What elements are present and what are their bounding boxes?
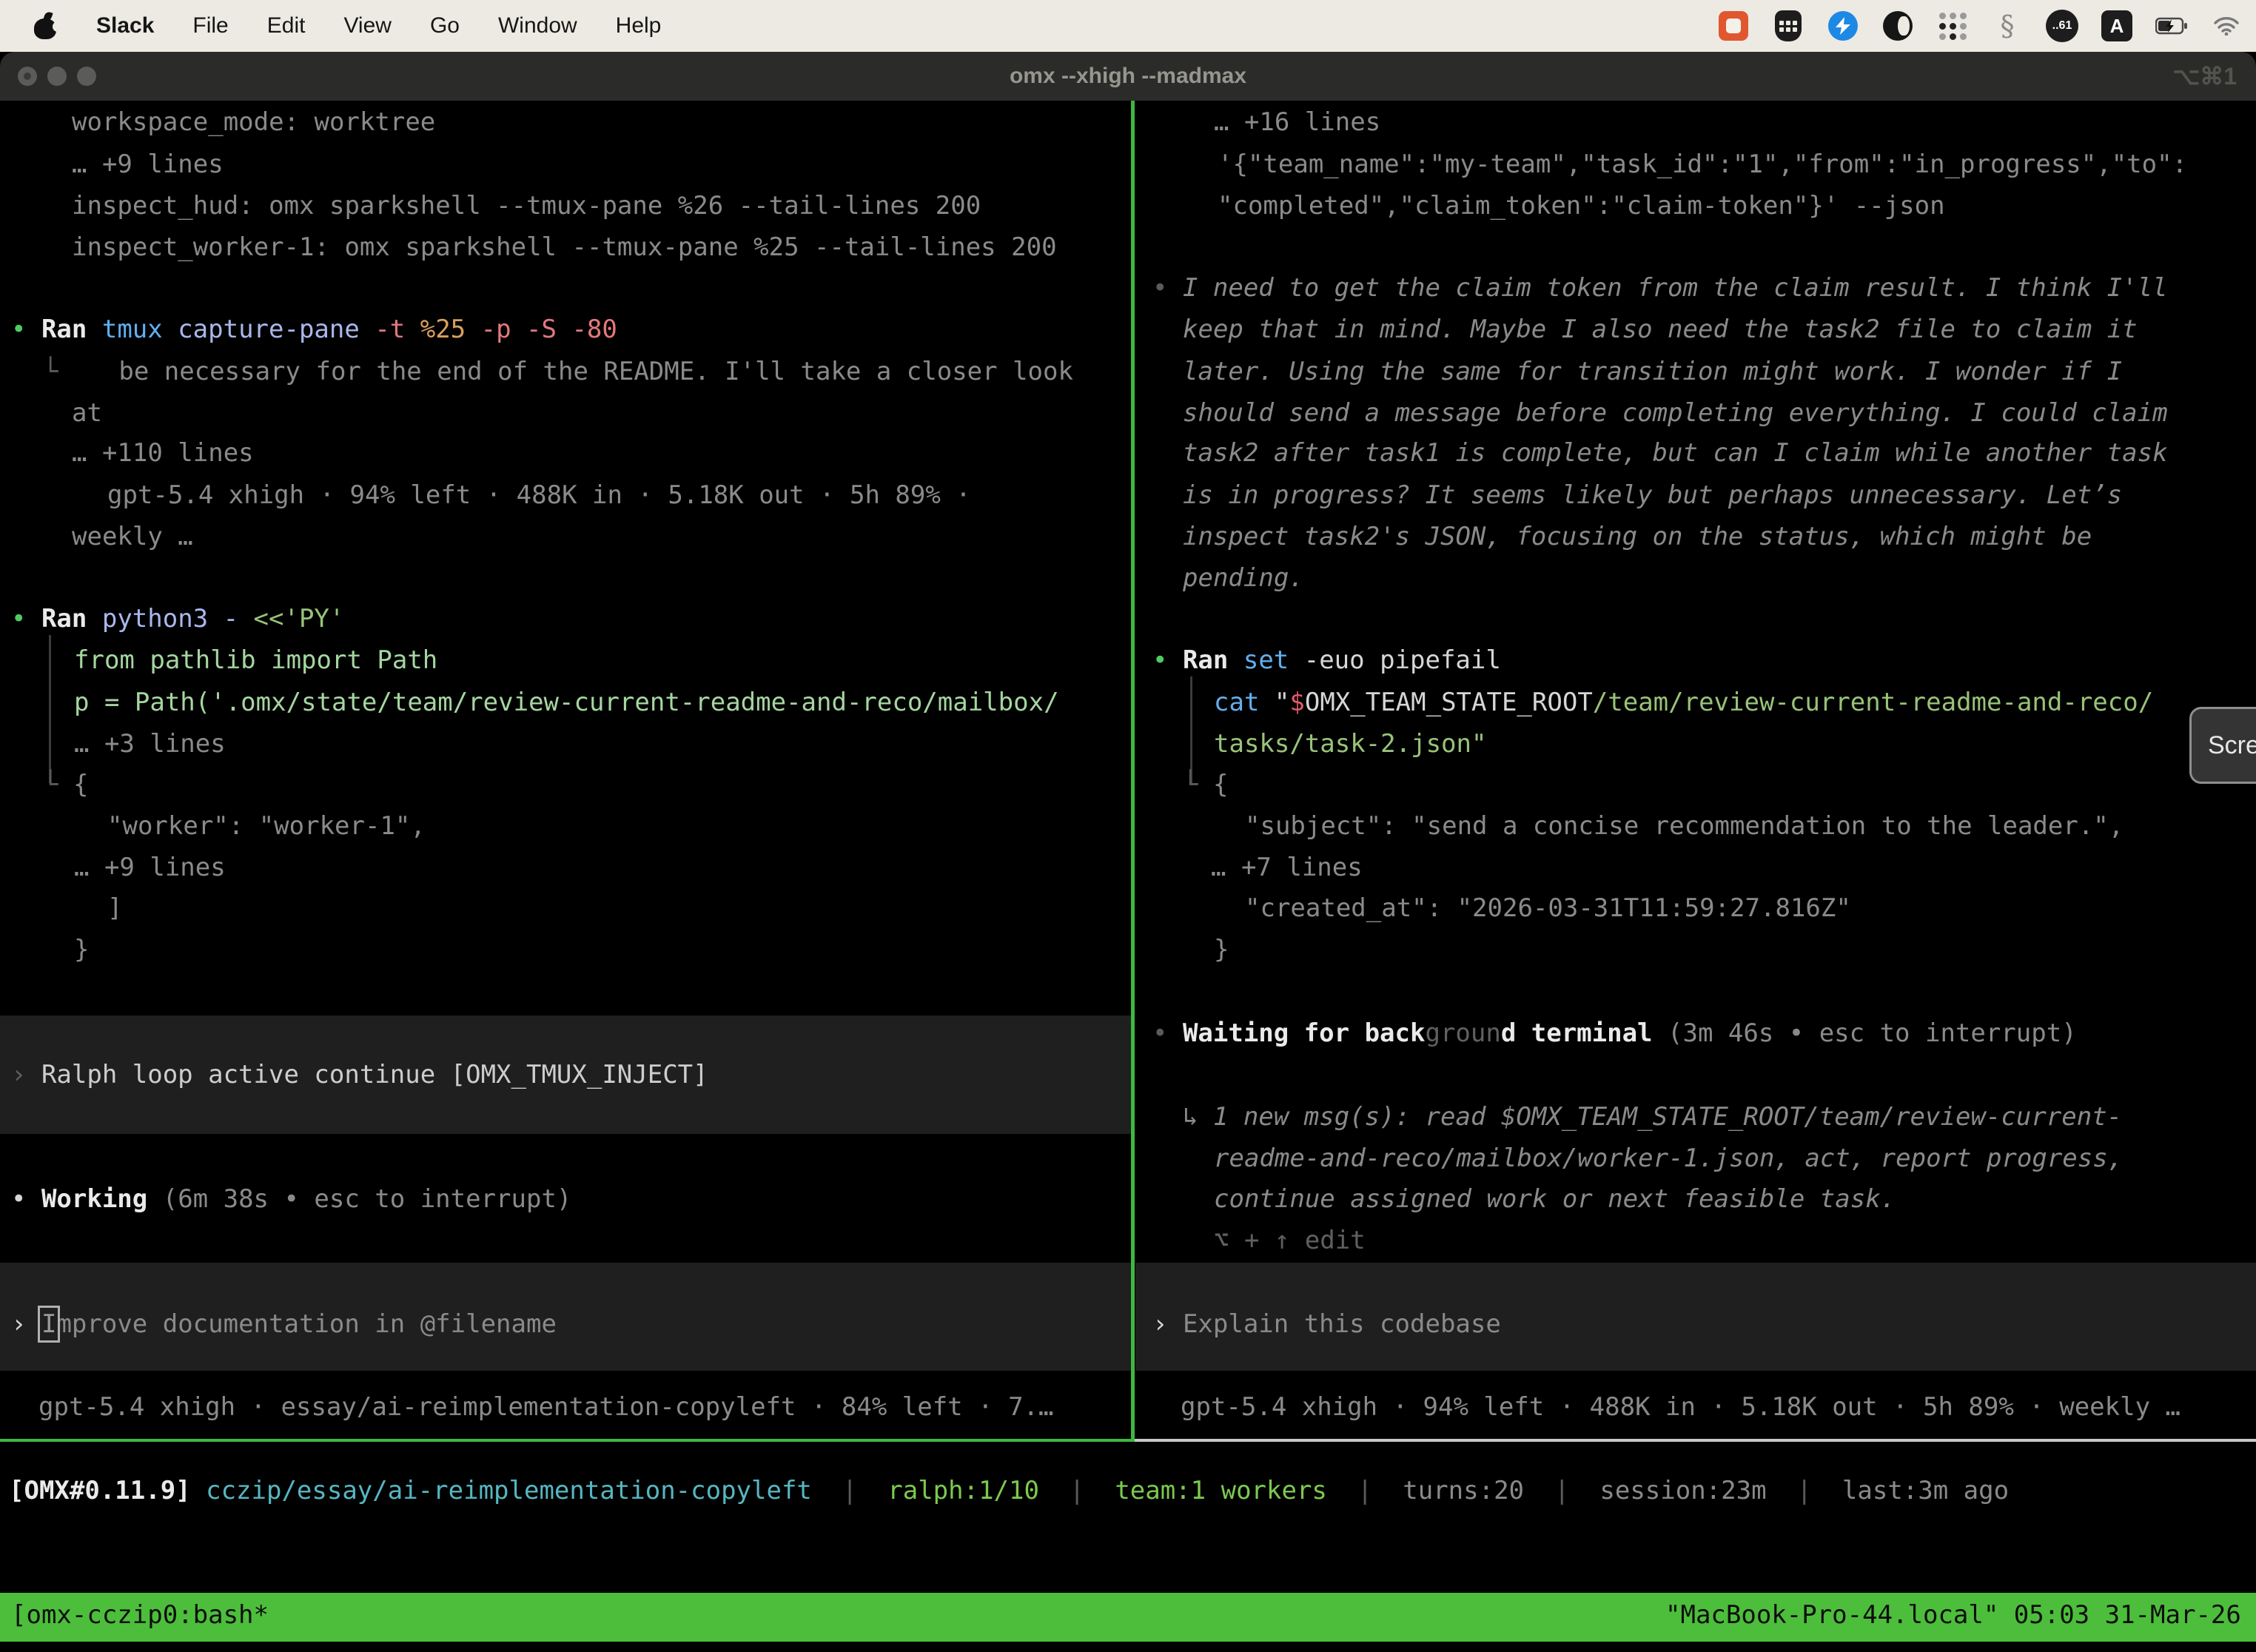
screen-share-overlay[interactable]: Scre bbox=[2189, 707, 2256, 784]
edit-hint: ⌥ + ↑ edit bbox=[1214, 1223, 1366, 1260]
thinking-line: pending. bbox=[1183, 560, 1304, 597]
thinking-line: • I need to get the claim token from the… bbox=[1152, 270, 2168, 307]
new-message-line: continue assigned work or next feasible … bbox=[1214, 1181, 1896, 1218]
collapsed-lines: … +3 lines bbox=[74, 726, 226, 763]
pane-divider[interactable] bbox=[1131, 101, 1135, 1442]
collapsed-lines: … +9 lines bbox=[74, 850, 226, 887]
ran-python-command: • Ran python3 - <<'PY' bbox=[11, 601, 344, 638]
omx-statusline: [OMX#0.11.9] cczip/essay/ai-reimplementa… bbox=[9, 1473, 2009, 1510]
right-pane-border bbox=[1135, 1439, 2256, 1442]
code-line: tasks/task-2.json" bbox=[1214, 726, 1486, 763]
indent-guide bbox=[49, 635, 51, 783]
thinking-line: later. Using the same for transition mig… bbox=[1183, 354, 2122, 391]
screen: Slack FileEditViewGoWindowHelp § ..61 A … bbox=[0, 0, 2256, 1652]
blue-bolt-icon[interactable] bbox=[1827, 10, 1859, 42]
output-line: } bbox=[74, 932, 89, 969]
new-message-line: ↳ 1 new msg(s): read $OMX_TEAM_STATE_ROO… bbox=[1183, 1099, 2122, 1136]
code-line: cat "$OMX_TEAM_STATE_ROOT/team/review-cu… bbox=[1214, 685, 2153, 722]
output-line: "completed","claim_token":"claim-token"}… bbox=[1218, 188, 1945, 225]
output-line: "worker": "worker-1", bbox=[107, 808, 426, 845]
waiting-status: • Waiting for background terminal (3m 46… bbox=[1152, 1015, 2077, 1052]
thinking-line: keep that in mind. Maybe I also need the… bbox=[1183, 312, 2138, 349]
squiggle-icon[interactable]: § bbox=[1991, 10, 2024, 42]
prompt-placeholder-left: › Improve documentation in @filename bbox=[11, 1306, 557, 1343]
output-line: at bbox=[72, 395, 102, 432]
menu-item-go[interactable]: Go bbox=[430, 13, 460, 38]
wifi-icon[interactable] bbox=[2210, 10, 2243, 42]
collapsed-lines: … +7 lines bbox=[1211, 850, 1363, 887]
output-line: "subject": "send a concise recommendatio… bbox=[1245, 808, 2124, 845]
output-line: gpt-5.4 xhigh · 94% left · 488K in · 5.1… bbox=[107, 477, 971, 514]
chat-app-icon[interactable] bbox=[1717, 10, 1750, 42]
menu-items: File Edit View Go Window Help bbox=[192, 13, 661, 38]
collapsed-lines: … +9 lines bbox=[72, 147, 224, 184]
window-title: omx --xhigh --madmax bbox=[0, 52, 2256, 101]
output-line: workspace_mode: worktree bbox=[72, 104, 435, 141]
output-line: '{"team_name":"my-team","task_id":"1","f… bbox=[1218, 147, 2187, 184]
output-line: inspect_worker-1: omx sparkshell --tmux-… bbox=[72, 229, 1057, 266]
thinking-line: task2 after task1 is complete, but can I… bbox=[1183, 435, 2168, 472]
menu-item-view[interactable]: View bbox=[343, 13, 391, 38]
menu-item-file[interactable]: File bbox=[192, 13, 228, 38]
left-pane-border bbox=[0, 1439, 1131, 1442]
output-line: inspect_hud: omx sparkshell --tmux-pane … bbox=[72, 188, 981, 225]
terminal-content[interactable]: Scre workspace_mode: worktree … +9 lines i… bbox=[0, 101, 2256, 1652]
working-status: • Working (6m 38s • esc to interrupt) bbox=[11, 1181, 571, 1218]
ran-set-command: • Ran set -euo pipefail bbox=[1152, 642, 1501, 679]
thinking-line: is in progress? It seems likely but perh… bbox=[1183, 477, 2122, 514]
menubar-status-icons: § ..61 A bbox=[1717, 10, 2256, 42]
terminal-window: omx --xhigh --madmax ⌥⌘1 Scre workspace_… bbox=[0, 52, 2256, 1652]
ralph-loop-notice: › Ralph loop active continue [OMX_TMUX_I… bbox=[11, 1057, 708, 1094]
output-line: └ { bbox=[43, 767, 88, 804]
count-badge-icon[interactable]: ..61 bbox=[2046, 10, 2078, 42]
output-line: weekly … bbox=[72, 519, 193, 556]
menu-item-help[interactable]: Help bbox=[616, 13, 662, 38]
code-line: from pathlib import Path bbox=[74, 642, 437, 679]
output-line: ] bbox=[107, 890, 122, 927]
dot-grid-icon[interactable] bbox=[1936, 10, 1969, 42]
code-line: p = Path('.omx/state/team/review-current… bbox=[74, 685, 1059, 722]
menu-item-window[interactable]: Window bbox=[498, 13, 577, 38]
output-line: } bbox=[1214, 932, 1229, 969]
ran-tmux-capture-command: • Ran tmux capture-pane -t %25 -p -S -80 bbox=[11, 312, 617, 349]
shield-icon[interactable] bbox=[1772, 10, 1805, 42]
macos-menubar: Slack File Edit View Go Window Help § ..61 A bbox=[0, 0, 2256, 52]
collapsed-lines: … +16 lines bbox=[1214, 104, 1380, 141]
input-source-icon[interactable]: A bbox=[2101, 10, 2133, 42]
model-statusline-right: gpt-5.4 xhigh · 94% left · 488K in · 5.1… bbox=[1181, 1389, 2181, 1426]
tmux-session-label: [omx-cczip0:bash* bbox=[11, 1597, 269, 1634]
tmux-host-clock: "MacBook-Pro-44.local" 05:03 31-Mar-26 bbox=[1665, 1597, 2241, 1634]
output-line: "created_at": "2026-03-31T11:59:27.816Z" bbox=[1245, 890, 1851, 927]
window-shortcut-badge: ⌥⌘1 bbox=[2172, 52, 2237, 101]
model-statusline-left: gpt-5.4 xhigh · essay/ai-reimplementatio… bbox=[38, 1389, 1053, 1426]
output-line: └ be necessary for the end of the README… bbox=[43, 354, 1073, 391]
thinking-line: should send a message before completing … bbox=[1183, 395, 2168, 432]
apple-icon[interactable] bbox=[34, 13, 58, 39]
menubar-menus: Slack File Edit View Go Window Help bbox=[0, 13, 661, 39]
prompt-placeholder-right: › Explain this codebase bbox=[1152, 1306, 1501, 1343]
battery-icon[interactable] bbox=[2155, 10, 2188, 42]
thinking-line: inspect task2's JSON, focusing on the st… bbox=[1183, 519, 2092, 556]
new-message-line: readme-and-reco/mailbox/worker-1.json, a… bbox=[1214, 1141, 2123, 1178]
output-line: └ { bbox=[1183, 767, 1228, 804]
collapsed-lines: … +110 lines bbox=[72, 435, 254, 472]
window-titlebar[interactable]: omx --xhigh --madmax ⌥⌘1 bbox=[0, 52, 2256, 101]
menu-app-name[interactable]: Slack bbox=[96, 13, 154, 38]
dark-disc-icon[interactable] bbox=[1881, 10, 1914, 42]
menu-item-edit[interactable]: Edit bbox=[267, 13, 306, 38]
